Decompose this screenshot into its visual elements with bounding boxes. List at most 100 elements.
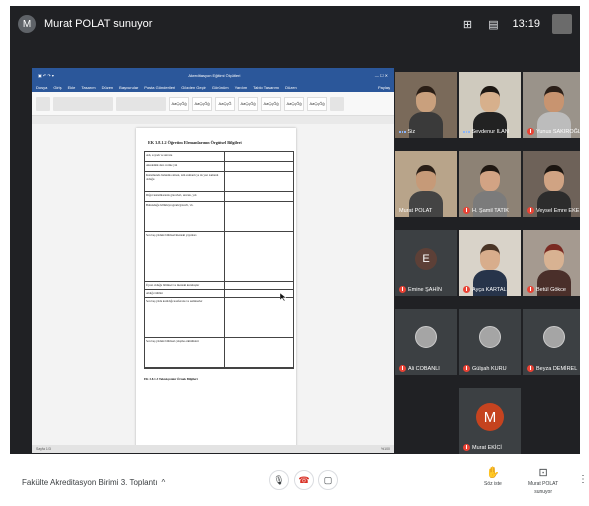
participant-name: Yunus SAKIROĞLU	[536, 128, 580, 135]
page-count: Sayfa 1/3	[36, 447, 51, 451]
participant-tile[interactable]: Ali COBANLI	[395, 309, 457, 375]
shared-screen-document: ▣ ↶ ↷ ▾ Akreditasyon Eğitimi Ölçütleri —…	[32, 68, 394, 453]
self-view-thumbnail[interactable]	[552, 14, 572, 34]
table-cell-label: Diğer kurumlarında görevleri, unvanı, yı…	[145, 192, 225, 201]
participant-tile[interactable]: Murat POLAT	[395, 151, 457, 217]
participant-tile[interactable]: Sevdenur İLAN	[459, 72, 521, 138]
speaking-indicator-icon	[399, 131, 406, 133]
table-cell-label: Son beş yıldaki bilimsel çalışma etkinli…	[145, 338, 225, 367]
table-cell-value[interactable]	[225, 172, 293, 191]
participant-tile[interactable]: M Murat EKİCİ	[459, 388, 521, 454]
style-no-space[interactable]: AaÇçĞğ	[192, 96, 212, 111]
table-cell-value[interactable]	[225, 232, 293, 281]
table-row: Kurumunda bulunma süresi, tam zamanlı ya…	[145, 172, 293, 192]
table-cell-value[interactable]	[225, 282, 293, 289]
table-cell-value[interactable]	[225, 152, 293, 161]
presenting-button[interactable]: ⊡ Murat POLAT sunuyor	[528, 466, 558, 495]
menu-item[interactable]: Giriş	[53, 85, 61, 90]
clock: 13:19	[512, 18, 540, 30]
paste-icon[interactable]	[36, 96, 50, 111]
share-button[interactable]: Paylaş	[378, 85, 390, 90]
word-menu-bar: Dosya Giriş Ekle Tasarım Düzen Başvurula…	[32, 82, 394, 92]
avatar: E	[415, 248, 437, 271]
paragraph-controls[interactable]	[116, 96, 166, 111]
menu-item[interactable]: Yardım	[235, 85, 248, 90]
camera-off-icon: ▢	[323, 474, 333, 485]
menu-item[interactable]: Görünüm	[212, 85, 229, 90]
participant-label: Gülşah KURU	[463, 365, 519, 372]
participant-name: Emine ŞAHİN	[408, 286, 442, 293]
table-row: Adı, soyadı ve unvanı	[145, 152, 293, 162]
mic-off-icon	[527, 207, 534, 214]
table-cell-value[interactable]	[225, 192, 293, 201]
mic-off-icon	[527, 286, 534, 293]
style-heading-3[interactable]: AaÇçĞğ	[261, 96, 281, 111]
style-heading-2[interactable]: AaÇçĞğ	[238, 96, 258, 111]
table-cell-value[interactable]	[225, 338, 293, 367]
participant-tile[interactable]: H. Şamil TATIK	[459, 151, 521, 217]
table-row: Son beş yıldaki bilimsel/mesleki yayınla…	[145, 232, 293, 282]
meeting-stage: M Murat POLAT sunuyor ⊞ ▤ 13:19 ▣ ↶ ↷ ▾ …	[10, 6, 580, 454]
participant-name: Murat EKİCİ	[472, 444, 502, 451]
participant-name: Veysel Emre EKE	[536, 207, 580, 214]
participant-label: Ayça KARTAL	[463, 286, 519, 293]
table-cell-value[interactable]	[225, 202, 293, 231]
top-right-controls: ⊞ ▤ 13:19	[460, 14, 572, 34]
camera-button[interactable]: ▢	[318, 470, 338, 490]
speaking-indicator-icon	[463, 131, 470, 133]
raise-hand-label: Söz iste	[484, 481, 502, 487]
editing-icon[interactable]	[330, 96, 344, 111]
table-row: Üyesi olduğu bilimsel ve mesleki kuruluş…	[145, 282, 293, 290]
style-heading-1[interactable]: AaÇçĞ	[215, 96, 235, 111]
participant-tile[interactable]: E Emine ŞAHİN	[395, 230, 457, 296]
mic-off-icon	[463, 286, 470, 293]
menu-item[interactable]: Başvurular	[119, 85, 138, 90]
participant-tile[interactable]: Ayça KARTAL	[459, 230, 521, 296]
menu-item[interactable]: Ekle	[68, 85, 76, 90]
table-cell-label: Akademik ders verme yılı	[145, 162, 225, 171]
menu-item[interactable]: Tablo Tasarımı	[253, 85, 279, 90]
word-status-bar: Sayfa 1/3 %100	[32, 445, 394, 453]
participant-tile[interactable]: Veysel Emre EKE	[523, 151, 580, 217]
menu-item[interactable]: Düzen	[285, 85, 297, 90]
participant-tile[interactable]: Yunus SAKIROĞLU	[523, 72, 580, 138]
participant-tile[interactable]: Beyza DEMİREL	[523, 309, 580, 375]
menu-item[interactable]: Düzen	[102, 85, 114, 90]
participant-label: Betül Gökce	[527, 286, 580, 293]
menu-item[interactable]: Gözden Geçir	[181, 85, 206, 90]
meeting-details[interactable]: Fakülte Akreditasyon Birimi 3. Toplantı …	[22, 478, 165, 487]
raise-hand-button[interactable]: ✋ Söz iste	[484, 466, 502, 487]
more-vert-icon[interactable]: ⋮	[578, 474, 588, 485]
table-cell-value[interactable]	[225, 162, 293, 171]
window-controls: — ☐ ✕	[374, 72, 388, 78]
font-controls[interactable]	[53, 96, 113, 111]
layout-icon[interactable]: ⊞	[460, 17, 474, 31]
mic-off-icon	[463, 444, 470, 451]
document-page[interactable]: EK 3.8.1.2 Öğretim Elemanlarının Örgütse…	[136, 128, 296, 453]
mic-off-icon	[463, 207, 470, 214]
style-heading-4[interactable]: AaÇçĞğ	[284, 96, 304, 111]
document-table: Adı, soyadı ve unvanı Akademik ders verme…	[144, 151, 294, 369]
participant-name: Beyza DEMİREL	[536, 365, 578, 372]
avatar	[543, 325, 565, 348]
table-cell-value[interactable]	[225, 298, 293, 337]
microphone-icon: 🎙	[273, 474, 285, 485]
table-cell-label: Bulunduğu bölüm/program/görevli, vb.	[145, 202, 225, 231]
participant-name: Ali COBANLI	[408, 365, 440, 372]
participant-tile[interactable]: Betül Gökce	[523, 230, 580, 296]
word-titlebar: ▣ ↶ ↷ ▾ Akreditasyon Eğitimi Ölçütleri —…	[32, 68, 394, 82]
menu-item[interactable]: Tasarım	[81, 85, 95, 90]
mic-off-icon	[399, 286, 406, 293]
participant-tile[interactable]: Gülşah KURU	[459, 309, 521, 375]
style-title[interactable]: AaÇçĞğ	[307, 96, 327, 111]
document-title: Akreditasyon Eğitimi Ölçütleri	[188, 72, 241, 78]
captions-icon[interactable]: ▤	[486, 17, 500, 31]
participant-tile[interactable]: Siz	[395, 72, 457, 138]
table-cell-label: Üyesi olduğu bilimsel ve mesleki kuruluş…	[145, 282, 225, 289]
end-call-button[interactable]: ☎	[294, 470, 314, 490]
style-normal[interactable]: AaÇçĞğ	[169, 96, 189, 111]
microphone-button[interactable]: 🎙	[269, 470, 289, 490]
menu-item[interactable]: Dosya	[36, 85, 47, 90]
menu-item[interactable]: Posta Gönderileri	[144, 85, 175, 90]
control-bar: Fakülte Akreditasyon Birimi 3. Toplantı …	[0, 456, 589, 506]
